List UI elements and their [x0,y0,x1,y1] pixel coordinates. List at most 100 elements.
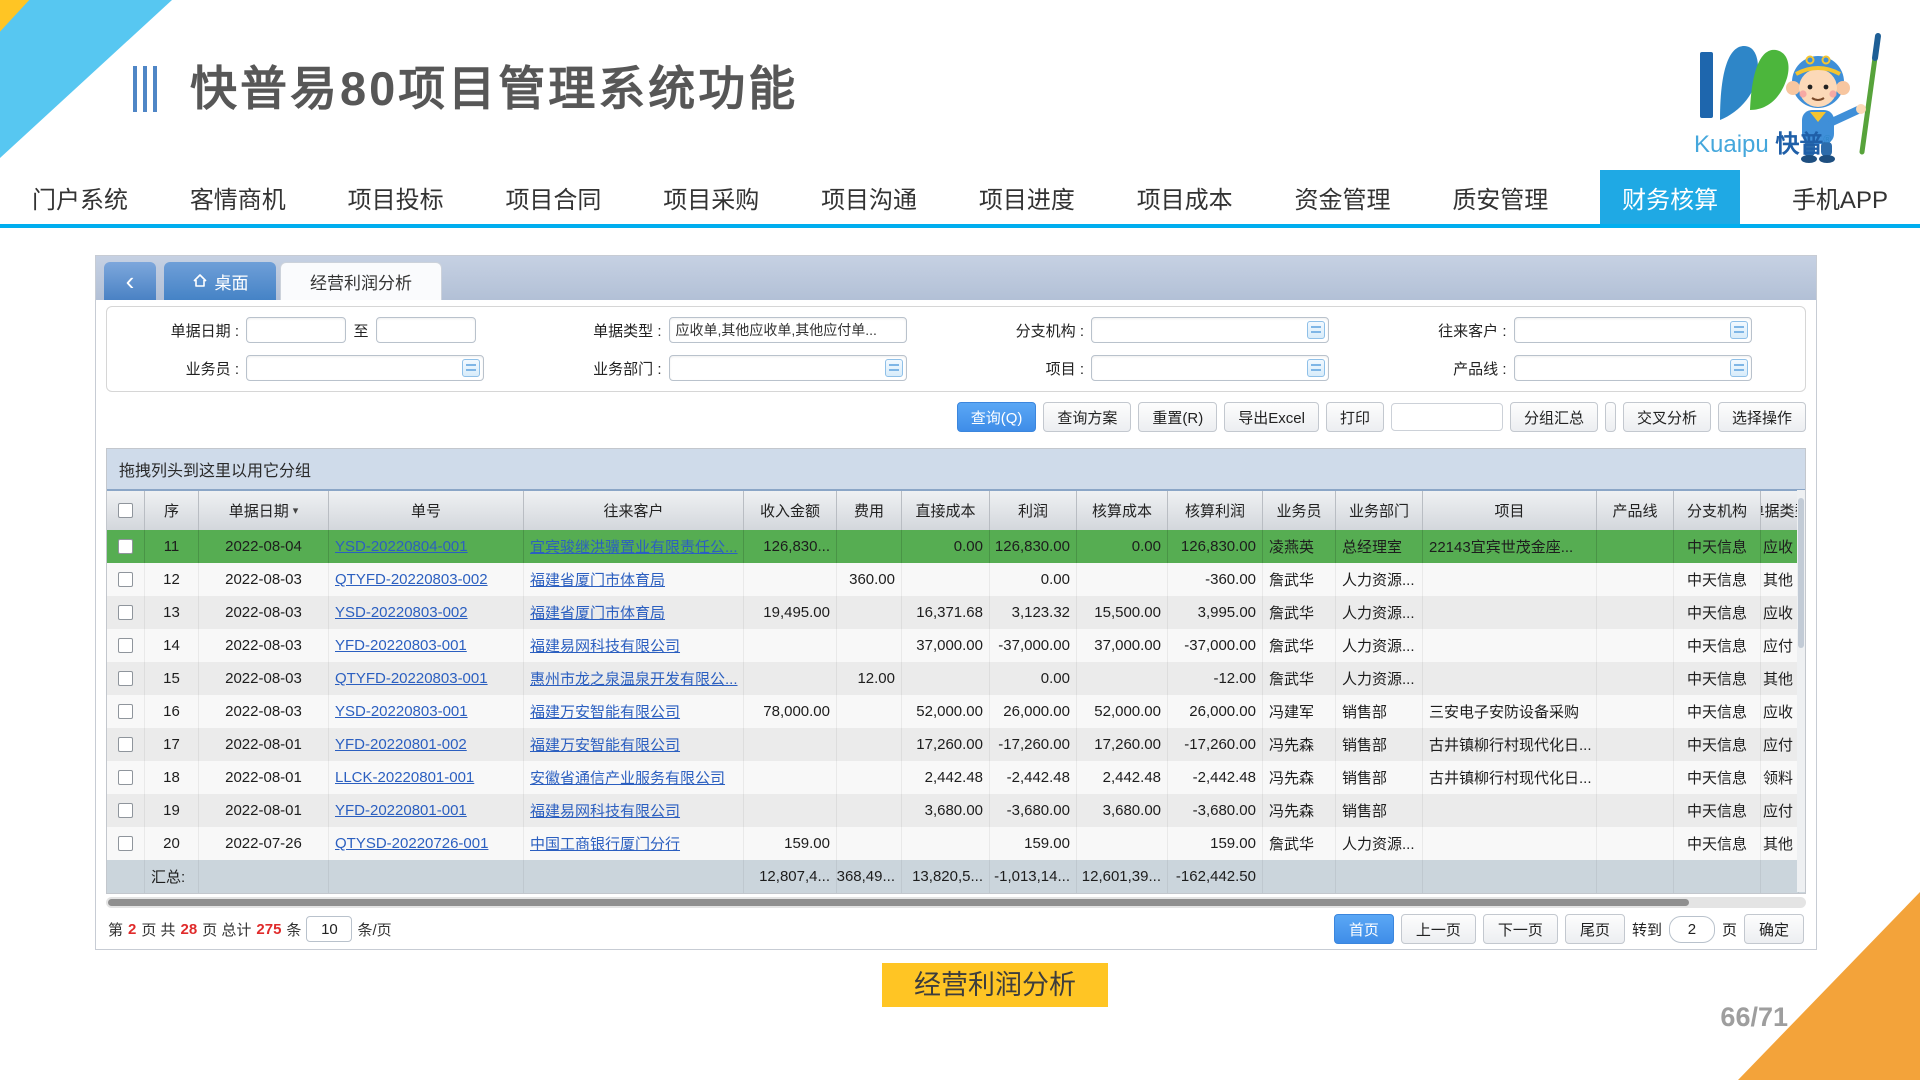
column-header-acct_cost[interactable]: 核算成本 [1077,491,1168,530]
doc_no-link[interactable]: QTYSD-20220726-001 [335,835,488,852]
lookup-list-icon[interactable] [1307,321,1325,339]
toolbar-empty-input[interactable] [1391,403,1503,431]
toolbar-button-分组汇总[interactable]: 分组汇总 [1510,402,1598,432]
nav-item-门户系统[interactable]: 门户系统 [22,170,138,224]
tab-desktop[interactable]: 桌面 [164,262,276,300]
doc_no-link[interactable]: LLCK-20220801-001 [335,769,474,786]
column-header-seq[interactable]: 序 [145,491,199,530]
tab-profit-analysis[interactable]: 经营利润分析 [280,262,442,300]
column-header-income[interactable]: 收入金额 [744,491,837,530]
vertical-scrollbar-thumb[interactable] [1798,498,1804,648]
row-checkbox[interactable] [118,836,133,851]
lookup-list-icon[interactable] [1730,321,1748,339]
column-header-customer[interactable]: 往来客户 [524,491,744,530]
filter-input[interactable] [1514,355,1752,381]
nav-item-项目合同[interactable]: 项目合同 [495,170,611,224]
row-checkbox[interactable] [118,638,133,653]
column-header-project[interactable]: 项目 [1423,491,1597,530]
column-header-branch[interactable]: 分支机构 [1674,491,1761,530]
doc_no-link[interactable]: QTYFD-20220803-002 [335,571,488,588]
toolbar-button-查询(Q)[interactable]: 查询(Q) [957,402,1037,432]
row-checkbox[interactable] [118,671,133,686]
table-row[interactable]: 122022-08-03QTYFD-20220803-002福建省厦门市体育局3… [107,563,1805,596]
filter-input[interactable] [246,355,484,381]
lookup-list-icon[interactable] [1307,359,1325,377]
doc_no-link[interactable]: YFD-20220801-002 [335,736,467,753]
customer-link[interactable]: 福建易网科技有限公司 [530,635,680,656]
table-row[interactable]: 202022-07-26QTYSD-20220726-001中国工商银行厦门分行… [107,827,1805,860]
customer-link[interactable]: 福建万安智能有限公司 [530,734,680,755]
table-row[interactable]: 142022-08-03YFD-20220803-001福建易网科技有限公司37… [107,629,1805,662]
doc_no-link[interactable]: YFD-20220803-001 [335,637,467,654]
column-header-profit[interactable]: 利润 [990,491,1077,530]
table-row[interactable]: 112022-08-04YSD-20220804-001宜宾骏继洪骥置业有限责任… [107,530,1805,563]
column-header-product_line[interactable]: 产品线 [1597,491,1674,530]
column-header-salesman[interactable]: 业务员 [1263,491,1336,530]
nav-item-财务核算[interactable]: 财务核算 [1600,170,1740,224]
doc_no-link[interactable]: YSD-20220804-001 [335,538,468,555]
filter-input[interactable]: 应收单,其他应收单,其他应付单... [669,317,907,343]
pager-button-尾页[interactable]: 尾页 [1565,914,1625,944]
doc_no-link[interactable]: YSD-20220803-002 [335,604,468,621]
customer-link[interactable]: 福建易网科技有限公司 [530,800,680,821]
pager-button-首页[interactable]: 首页 [1334,914,1394,944]
nav-item-项目沟通[interactable]: 项目沟通 [811,170,927,224]
group-by-bar[interactable]: 拖拽列头到这里以用它分组 [107,449,1805,491]
column-header-fee[interactable]: 费用 [837,491,902,530]
doc_no-link[interactable]: YSD-20220803-001 [335,703,468,720]
nav-item-项目投标[interactable]: 项目投标 [338,170,454,224]
date-to-input[interactable] [376,317,476,343]
customer-link[interactable]: 惠州市龙之泉温泉开发有限公... [530,668,738,689]
toolbar-spacer-button[interactable] [1605,402,1616,432]
filter-input[interactable] [1091,317,1329,343]
customer-link[interactable]: 宜宾骏继洪骥置业有限责任公... [530,536,738,557]
customer-link[interactable]: 中国工商银行厦门分行 [530,833,680,854]
row-checkbox[interactable] [118,770,133,785]
toolbar-button-打印[interactable]: 打印 [1326,402,1384,432]
column-header-doc_no[interactable]: 单号 [329,491,524,530]
horizontal-scrollbar[interactable] [106,897,1806,908]
customer-link[interactable]: 福建万安智能有限公司 [530,701,680,722]
row-checkbox[interactable] [118,803,133,818]
doc_no-link[interactable]: QTYFD-20220803-001 [335,670,488,687]
column-header-direct_cost[interactable]: 直接成本 [902,491,990,530]
nav-item-项目采购[interactable]: 项目采购 [653,170,769,224]
customer-link[interactable]: 安徽省通信产业服务有限公司 [530,767,725,788]
toolbar-button-交叉分析[interactable]: 交叉分析 [1623,402,1711,432]
table-row[interactable]: 172022-08-01YFD-20220801-002福建万安智能有限公司17… [107,728,1805,761]
nav-item-资金管理[interactable]: 资金管理 [1285,170,1401,224]
table-row[interactable]: 192022-08-01YFD-20220801-001福建易网科技有限公司3,… [107,794,1805,827]
filter-input[interactable] [1514,317,1752,343]
row-checkbox[interactable] [118,605,133,620]
lookup-list-icon[interactable] [1730,359,1748,377]
row-checkbox[interactable] [118,704,133,719]
table-row[interactable]: 152022-08-03QTYFD-20220803-001惠州市龙之泉温泉开发… [107,662,1805,695]
toolbar-button-重置(R)[interactable]: 重置(R) [1138,402,1217,432]
date-from-input[interactable] [246,317,346,343]
column-header-dept[interactable]: 业务部门 [1336,491,1423,530]
row-checkbox[interactable] [118,737,133,752]
horizontal-scrollbar-thumb[interactable] [108,899,1689,906]
column-header-acct_profit[interactable]: 核算利润 [1168,491,1263,530]
nav-item-手机APP[interactable]: 手机APP [1782,170,1898,224]
nav-item-项目成本[interactable]: 项目成本 [1127,170,1243,224]
table-row[interactable]: 162022-08-03YSD-20220803-001福建万安智能有限公司78… [107,695,1805,728]
column-header-date[interactable]: 单据日期▾ [199,491,329,530]
vertical-scrollbar[interactable] [1797,490,1805,892]
row-checkbox[interactable] [118,572,133,587]
confirm-button[interactable]: 确定 [1744,914,1804,944]
toolbar-button-导出Excel[interactable]: 导出Excel [1224,402,1319,432]
customer-link[interactable]: 福建省厦门市体育局 [530,569,665,590]
nav-item-质安管理[interactable]: 质安管理 [1442,170,1558,224]
pager-button-上一页[interactable]: 上一页 [1401,914,1476,944]
filter-input[interactable] [1091,355,1329,381]
doc_no-link[interactable]: YFD-20220801-001 [335,802,467,819]
nav-item-客情商机[interactable]: 客情商机 [180,170,296,224]
column-header-doc_type[interactable]: 单据类型 [1761,491,1799,530]
table-row[interactable]: 132022-08-03YSD-20220803-002福建省厦门市体育局19,… [107,596,1805,629]
lookup-list-icon[interactable] [885,359,903,377]
toolbar-button-查询方案[interactable]: 查询方案 [1043,402,1131,432]
lookup-list-icon[interactable] [462,359,480,377]
row-checkbox[interactable] [118,539,133,554]
toolbar-button-选择操作[interactable]: 选择操作 [1718,402,1806,432]
